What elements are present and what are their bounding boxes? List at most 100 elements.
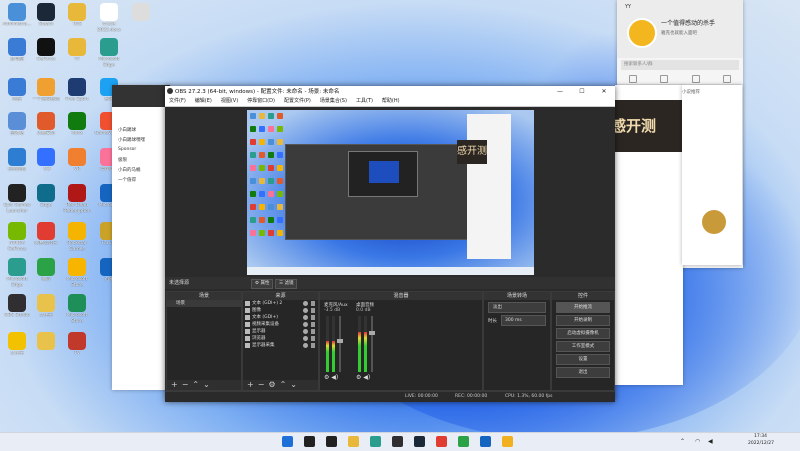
space-tab-icon[interactable] (691, 75, 700, 83)
chat-list-row[interactable]: Sponsor (118, 147, 136, 152)
source-item[interactable]: 文本 (GDI+) (243, 314, 318, 321)
explorer-icon[interactable] (348, 436, 359, 447)
lock-icon[interactable] (311, 315, 315, 320)
task-view-icon[interactable] (326, 436, 337, 447)
channel-settings-icon[interactable]: ⚙ ◀) (324, 374, 338, 381)
desktop-icon[interactable]: TV (62, 332, 92, 363)
tray-chevron-icon[interactable]: ⌃ (680, 438, 685, 445)
scene-up-button[interactable]: ⌃ (192, 380, 199, 389)
desktop-icon[interactable]: 网易云音乐 (31, 222, 61, 253)
control-button[interactable]: 退出 (556, 367, 610, 378)
volume-icon[interactable]: ◀ (708, 438, 713, 445)
remove-source-button[interactable]: − (258, 380, 265, 389)
qq-icon[interactable] (502, 436, 513, 447)
visibility-eye-icon[interactable] (303, 343, 308, 348)
background-chat-window[interactable]: 小白踢球 小白踢球嘿嘿 Sponsor 极限 小白的马桶 一个值得 (112, 85, 170, 390)
desktop-icon[interactable]: YY (62, 38, 92, 69)
menu-item[interactable]: 工具(T) (356, 97, 373, 106)
menu-item[interactable]: 帮助(H) (382, 97, 400, 106)
source-item[interactable]: 显示器 (243, 328, 318, 335)
obs-preview[interactable]: 感开测 (247, 110, 534, 275)
visibility-eye-icon[interactable] (303, 315, 308, 320)
source-down-button[interactable]: ⌄ (290, 380, 297, 389)
clock-time[interactable]: 17:34 (754, 434, 767, 439)
add-source-button[interactable]: + (247, 380, 254, 389)
wechat-icon[interactable] (458, 436, 469, 447)
chat-list-row[interactable]: 一个值得 (118, 177, 136, 183)
menu-item[interactable]: 配置文件(P) (284, 97, 311, 106)
filters-button[interactable]: ☰ 滤镜 (275, 279, 298, 289)
source-settings-button[interactable]: ⚙ (268, 380, 275, 389)
obs-icon[interactable] (392, 436, 403, 447)
source-item[interactable]: 文本 (GDI+) 2 (243, 300, 318, 307)
desktop-icon[interactable]: 文件夹 (31, 294, 61, 325)
chat-list-row[interactable]: 小白踢球 (118, 127, 136, 133)
source-item[interactable]: 显示器采集 (243, 342, 318, 349)
visibility-eye-icon[interactable] (303, 308, 308, 313)
properties-button[interactable]: ⚙ 属性 (251, 279, 274, 289)
visibility-eye-icon[interactable] (303, 336, 308, 341)
menu-item[interactable]: 场景集合(S) (320, 97, 347, 106)
start-icon[interactable] (282, 436, 293, 447)
lock-icon[interactable] (311, 301, 315, 306)
desktop-icon[interactable]: 网络 (2, 78, 32, 109)
desktop-icon[interactable]: TOS (62, 3, 92, 34)
close-button[interactable]: ✕ (593, 86, 615, 97)
chat-list-row[interactable]: 小白的马桶 (118, 167, 141, 173)
menu-item[interactable]: 编辑(E) (195, 97, 212, 106)
channel-settings-icon[interactable]: ⚙ ◀) (356, 374, 370, 381)
desktop-icon[interactable]: 微信 (31, 258, 61, 289)
desktop-icon[interactable]: Microsoft Edge (94, 38, 124, 69)
chat-list-row[interactable]: 极限 (118, 157, 127, 163)
scene-item[interactable]: 场景 (167, 300, 241, 307)
more-tab-icon[interactable] (723, 75, 732, 83)
obs-titlebar[interactable]: OBS 27.2.3 (64-bit, windows) - 配置文件: 未命名… (165, 86, 615, 97)
desktop-icon[interactable]: Free Sport (62, 78, 92, 109)
edge-icon[interactable] (370, 436, 381, 447)
desktop-icon[interactable]: 一个值得感动 (31, 78, 61, 109)
desktop-icon[interactable]: Microsoft Edge (2, 258, 32, 289)
desktop-icon[interactable]: 控制面板 (2, 148, 32, 179)
source-item[interactable]: 视频采集设备 (243, 321, 318, 328)
menu-item[interactable]: 停靠窗口(D) (247, 97, 275, 106)
source-item[interactable]: 浏览器 (243, 335, 318, 342)
desktop-icon[interactable] (126, 3, 156, 34)
lock-icon[interactable] (311, 343, 315, 348)
desktop-icon[interactable]: 火绒安全 (31, 112, 61, 143)
desktop-icon[interactable]: 飞书 (31, 148, 61, 179)
desktop-icon[interactable]: Rockstar Games (62, 222, 92, 253)
minimize-button[interactable]: — (549, 86, 571, 97)
add-scene-button[interactable]: + (171, 380, 178, 389)
obs-window[interactable]: OBS 27.2.3 (64-bit, windows) - 配置文件: 未命名… (165, 86, 615, 402)
clock-date[interactable]: 2022/12/27 (748, 441, 774, 446)
desktop-icon[interactable]: Microsoft Store (62, 294, 92, 325)
scene-down-button[interactable]: ⌄ (203, 380, 210, 389)
network-icon[interactable]: ◠ (695, 438, 700, 445)
group-member-panel[interactable]: 小说推荐 (682, 85, 742, 265)
desktop-icon[interactable]: Red Dead Redemption 2 (62, 184, 92, 215)
volume-slider[interactable] (337, 316, 343, 372)
source-item[interactable]: 图像 (243, 307, 318, 314)
lock-icon[interactable] (311, 308, 315, 313)
desktop-icon[interactable]: Microsoft Store (62, 258, 92, 289)
search-icon[interactable] (304, 436, 315, 447)
desktop-icon[interactable]: Xbox (62, 112, 92, 143)
visibility-eye-icon[interactable] (303, 329, 308, 334)
desktop-icon[interactable]: VR (62, 148, 92, 179)
duration-input[interactable]: 300 ms (501, 315, 546, 326)
lock-icon[interactable] (311, 329, 315, 334)
message-tab-icon[interactable] (628, 75, 637, 83)
desktop-icon[interactable]: 文件夹 (2, 332, 32, 363)
volume-slider-knob[interactable] (369, 330, 375, 335)
desktop-icon[interactable]: 本文件2022.docx (94, 3, 124, 34)
desktop-icon[interactable]: 此电脑 (2, 38, 32, 69)
volume-slider[interactable] (369, 316, 375, 372)
control-button[interactable]: 启动虚拟摄像机 (556, 328, 610, 339)
visibility-eye-icon[interactable] (303, 322, 308, 327)
desktop-icon[interactable]: Steam (31, 3, 61, 34)
remove-scene-button[interactable]: − (182, 380, 189, 389)
desktop-icon[interactable]: GeForce (31, 38, 61, 69)
control-button[interactable]: 设置 (556, 354, 610, 365)
volume-slider-knob[interactable] (337, 339, 343, 344)
store-icon[interactable] (480, 436, 491, 447)
